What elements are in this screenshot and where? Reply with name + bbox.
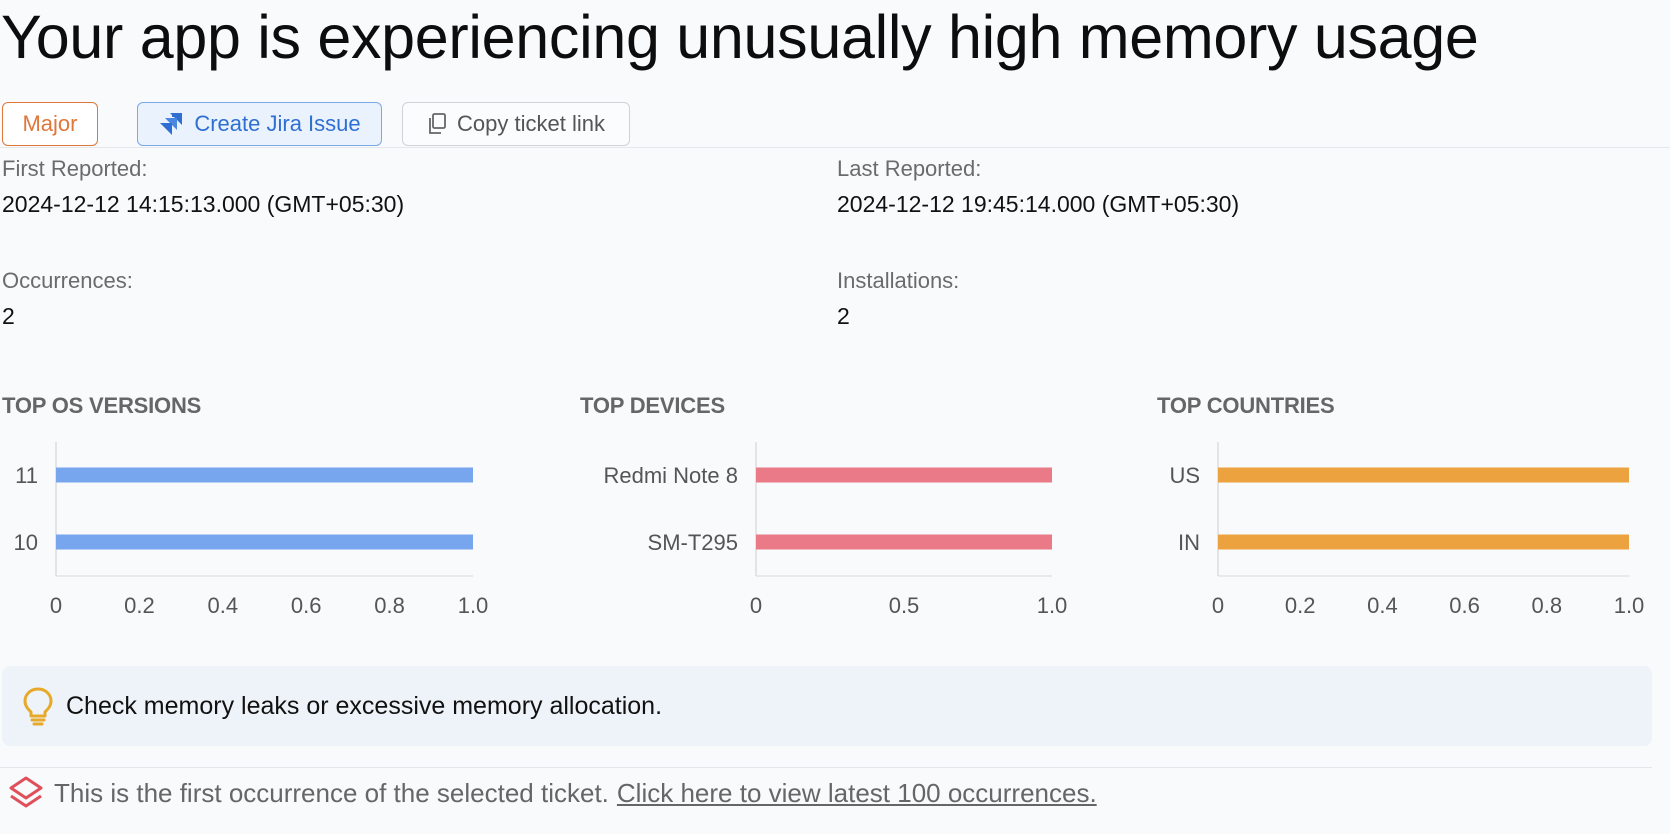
severity-badge[interactable]: Major bbox=[2, 102, 98, 146]
category-label: 11 bbox=[15, 463, 38, 488]
category-label: 10 bbox=[14, 530, 38, 555]
divider bbox=[0, 767, 1652, 768]
bar bbox=[1218, 467, 1629, 483]
lightbulb-icon bbox=[22, 686, 54, 726]
os-versions-chart: 11 10 0 0.2 0.4 0.6 0.8 1.0 bbox=[14, 442, 489, 618]
installations-value: 2 bbox=[837, 303, 850, 329]
bar bbox=[56, 534, 473, 550]
copy-icon bbox=[427, 113, 447, 135]
occurrence-footer: This is the first occurrence of the sele… bbox=[8, 772, 1097, 814]
first-reported-value: 2024-12-12 14:15:13.000 (GMT+05:30) bbox=[2, 191, 405, 217]
bar bbox=[56, 467, 473, 483]
view-latest-occurrences-link[interactable]: Click here to view latest 100 occurrence… bbox=[617, 778, 1097, 809]
copy-button-label: Copy ticket link bbox=[457, 111, 605, 136]
x-tick-label: 1.0 bbox=[1037, 593, 1068, 618]
last-reported-value: 2024-12-12 19:45:14.000 (GMT+05:30) bbox=[837, 191, 1240, 217]
bar bbox=[756, 467, 1052, 483]
first-reported-label: First Reported: bbox=[2, 156, 148, 181]
category-label: US bbox=[1169, 463, 1200, 488]
x-tick-label: 1.0 bbox=[458, 593, 489, 618]
devices-chart: Redmi Note 8 SM-T295 0 0.5 1.0 bbox=[603, 442, 1068, 618]
x-tick-label: 0 bbox=[1212, 593, 1224, 618]
tip-banner: Check memory leaks or excessive memory a… bbox=[2, 666, 1652, 746]
x-tick-label: 0.4 bbox=[1367, 593, 1398, 618]
tip-text: Check memory leaks or excessive memory a… bbox=[66, 691, 663, 720]
bar bbox=[756, 534, 1052, 550]
x-tick-label: 0.2 bbox=[124, 593, 155, 618]
severity-label: Major bbox=[22, 111, 78, 136]
x-tick-label: 0.8 bbox=[1532, 593, 1563, 618]
countries-chart: US IN 0 0.2 0.4 0.6 0.8 1.0 bbox=[1169, 442, 1645, 618]
category-label: IN bbox=[1178, 530, 1200, 555]
x-tick-label: 0.6 bbox=[1449, 593, 1480, 618]
devices-title: TOP DEVICES bbox=[580, 393, 725, 418]
x-tick-label: 0.6 bbox=[291, 593, 322, 618]
installations-label: Installations: bbox=[837, 268, 960, 293]
x-tick-label: 0 bbox=[50, 593, 62, 618]
countries-title: TOP COUNTRIES bbox=[1157, 393, 1335, 418]
copy-ticket-link-button[interactable]: Copy ticket link bbox=[402, 102, 630, 146]
category-label: Redmi Note 8 bbox=[603, 463, 738, 488]
x-tick-label: 0.4 bbox=[208, 593, 239, 618]
create-jira-issue-button[interactable]: Create Jira Issue bbox=[137, 102, 382, 146]
x-tick-label: 0.5 bbox=[889, 593, 920, 618]
page-title: Your app is experiencing unusually high … bbox=[1, 3, 1479, 71]
os-versions-title: TOP OS VERSIONS bbox=[2, 393, 202, 418]
jira-button-label: Create Jira Issue bbox=[194, 111, 361, 136]
occurrences-value: 2 bbox=[2, 303, 15, 329]
x-tick-label: 0.2 bbox=[1285, 593, 1316, 618]
x-tick-label: 1.0 bbox=[1614, 593, 1645, 618]
occurrences-label: Occurrences: bbox=[2, 268, 133, 293]
last-reported-label: Last Reported: bbox=[837, 156, 982, 181]
jira-icon bbox=[158, 111, 184, 137]
x-tick-label: 0 bbox=[750, 593, 762, 618]
bar bbox=[1218, 534, 1629, 550]
footer-text: This is the first occurrence of the sele… bbox=[54, 777, 609, 808]
x-tick-label: 0.8 bbox=[374, 593, 405, 618]
category-label: SM-T295 bbox=[648, 530, 738, 555]
layers-icon bbox=[8, 775, 44, 811]
divider bbox=[0, 147, 1670, 148]
